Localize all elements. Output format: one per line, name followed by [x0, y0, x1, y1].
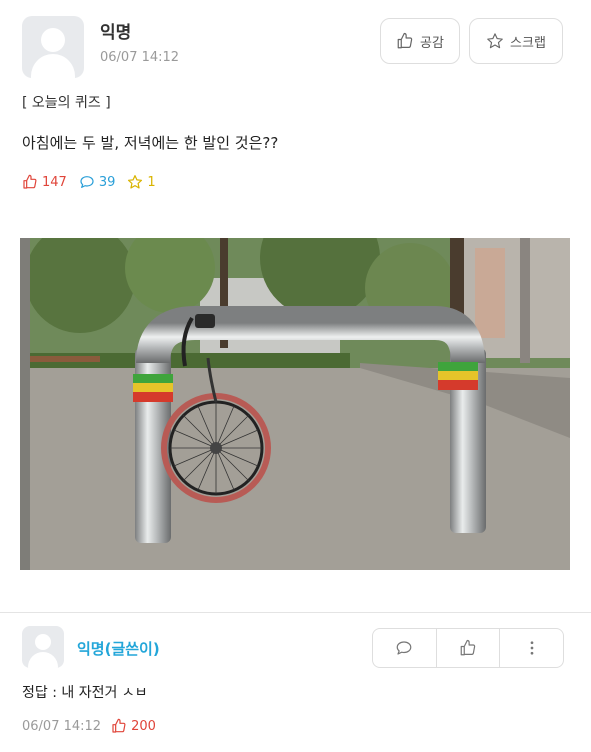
star-icon	[487, 33, 503, 49]
comment-meta: 06/07 14:12 200	[22, 718, 156, 734]
post-photo[interactable]	[20, 238, 570, 570]
thumbs-up-icon	[112, 718, 126, 733]
speech-bubble-icon	[80, 176, 94, 188]
like-button-label: 공감	[420, 35, 444, 51]
comment-divider	[0, 612, 591, 613]
like-button[interactable]: 공감	[380, 18, 460, 64]
comment-date: 06/07 14:12	[22, 718, 102, 734]
reply-button[interactable]	[373, 629, 437, 667]
post-card: 익명 06/07 14:12 공감 스크랩 [ 오늘의 퀴즈 ] 아침에는 두 …	[0, 0, 591, 612]
scrap-button-label: 스크랩	[510, 35, 546, 51]
star-icon	[128, 175, 143, 189]
comment-count: 39	[79, 174, 115, 190]
scrap-count: 1	[127, 174, 156, 190]
post-date: 06/07 14:12	[100, 50, 180, 65]
post-stats: 147 39 1	[22, 174, 168, 190]
thumbs-up-icon	[397, 32, 413, 49]
comment-actions	[372, 628, 564, 668]
comment-like-count: 200	[111, 718, 156, 734]
post-question: 아침에는 두 발, 저녁에는 한 발인 것은??	[22, 134, 279, 152]
more-vertical-icon	[530, 641, 534, 655]
scrap-button[interactable]: 스크랩	[469, 18, 563, 64]
quiz-tag: [ 오늘의 퀴즈 ]	[22, 95, 111, 111]
comment-like-button[interactable]	[437, 629, 501, 667]
bicycle-wheel-photo-icon	[20, 238, 570, 570]
like-count: 147	[22, 174, 67, 190]
thumbs-up-icon	[23, 174, 37, 189]
post-author: 익명	[100, 23, 132, 43]
thumbs-up-icon	[460, 639, 476, 656]
speech-bubble-icon	[396, 641, 412, 655]
author-avatar	[22, 16, 84, 78]
comment-more-button[interactable]	[500, 629, 563, 667]
comment-avatar	[22, 626, 64, 668]
comment-text: 정답 : 내 자전거 ㅅㅂ	[22, 685, 148, 701]
comment-author: 익명(글쓴이)	[77, 640, 160, 658]
